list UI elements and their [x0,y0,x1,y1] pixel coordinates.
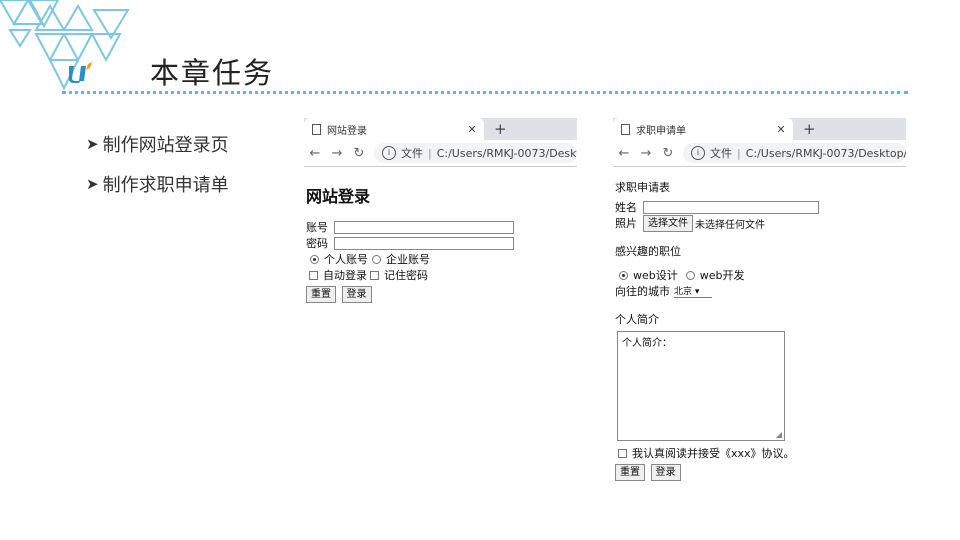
form-heading: 求职申请表 [615,181,670,194]
radio-enterprise[interactable] [372,254,381,264]
chevron-down-icon: ▾ [694,287,700,297]
title-divider [62,91,908,94]
tab-title: 网站登录 [327,125,367,137]
plus-icon[interactable]: + [803,120,816,138]
browser-tab[interactable]: 网站登录 ✕ [304,118,484,140]
photo-row: 照片 选择文件 未选择任何文件 [615,214,904,232]
intro-heading: 个人简介 [615,313,659,326]
decorative-triangles [0,0,130,91]
intro-text: 个人简介： [622,338,672,349]
reset-button[interactable]: 重置 [615,464,645,481]
login-button[interactable]: 登录 [341,286,372,303]
city-value: 北京 [674,287,693,297]
tab-title: 求职申请单 [636,125,686,137]
back-icon[interactable]: ← [613,146,635,161]
auto-login-label: 自动登录 [323,269,367,282]
forward-icon[interactable]: → [326,146,348,161]
account-row: 账号 [306,219,575,235]
login-button[interactable]: 登录 [650,464,681,481]
agreement-row: 我认真阅读并接受《xxx》协议。 [615,445,904,461]
agree-checkbox[interactable] [618,448,627,458]
resize-grip-icon[interactable]: ◢ [776,430,782,439]
login-heading: 网站登录 [306,187,371,206]
url-field[interactable]: i 文件 | C:/Users/RMKJ-0073/Deskto [374,143,577,163]
city-row: 向往的城市 北京 ▾ [615,283,904,299]
options-row: 自动登录 记住密码 [306,267,575,283]
page-content: 网站登录 账号 密码 个人账号 企业账号 自动登录 记住密码 重置 登录 [304,167,577,309]
remember-password-label: 记住密码 [384,269,428,282]
address-bar: ← → ↻ i 文件 | C:/Users/RMKJ-0073/Deskto [304,140,577,167]
file-status: 未选择任何文件 [695,219,765,231]
city-label: 向往的城市 [615,285,670,298]
page-content: 求职申请表 姓名 照片 选择文件 未选择任何文件 感兴趣的职位 web设计 we… [613,167,906,487]
url-scheme: 文件 [401,147,423,160]
radio-enterprise-label: 企业账号 [386,253,430,266]
page-title: 本章任务 [150,56,275,90]
password-input[interactable] [334,236,514,250]
url-path: C:/Users/RMKJ-0073/Deskto [436,146,577,160]
interest-heading: 感兴趣的职位 [615,245,681,258]
bullet-text: 制作求职申请单 [102,175,229,196]
password-row: 密码 [306,235,575,251]
arrow-bullet-icon: ➤ [86,175,99,193]
radio-web-dev-label: web开发 [699,269,745,282]
remember-password-checkbox[interactable] [370,270,379,280]
reset-button[interactable]: 重置 [306,286,336,303]
bullet-text: 制作网站登录页 [102,135,229,156]
url-separator: | [737,146,741,160]
choose-file-button[interactable]: 选择文件 [643,214,693,232]
radio-web-design[interactable] [619,270,628,280]
address-bar: ← → ↻ i 文件 | C:/Users/RMKJ-0073/Desktop/… [613,140,906,167]
radio-personal-label: 个人账号 [324,253,368,266]
reload-icon[interactable]: ↻ [657,146,679,161]
job-browser-window: 求职申请单 ✕ + ← → ↻ i 文件 | C:/Users/RMKJ-007… [613,118,906,500]
reload-icon[interactable]: ↻ [348,146,370,161]
button-row: 重置 登录 [615,464,904,481]
url-scheme: 文件 [710,147,732,160]
login-browser-window: 网站登录 ✕ + ← → ↻ i 文件 | C:/Users/RMKJ-0073… [304,118,577,318]
tab-bar: 求职申请单 ✕ + [613,118,906,140]
auto-login-checkbox[interactable] [309,270,318,280]
document-icon [312,123,321,135]
agree-label: 我认真阅读并接受《xxx》协议。 [632,447,795,460]
radio-web-design-label: web设计 [633,269,678,282]
name-row: 姓名 [615,199,904,215]
name-label: 姓名 [615,201,637,214]
account-label: 账号 [306,221,328,234]
radio-personal[interactable] [310,254,319,264]
back-icon[interactable]: ← [304,146,326,161]
document-icon [621,123,630,135]
task-list: ➤ 制作网站登录页 ➤ 制作求职申请单 [86,124,229,204]
list-item: ➤ 制作求职申请单 [86,164,229,204]
url-path: C:/Users/RMKJ-0073/Desktop/h5 [745,146,906,160]
account-type-row: 个人账号 企业账号 [306,251,575,267]
intro-textarea[interactable]: 个人简介： ◢ [617,331,785,441]
close-icon[interactable]: ✕ [466,123,478,136]
list-item: ➤ 制作网站登录页 [86,124,229,164]
browser-tab[interactable]: 求职申请单 ✕ [613,118,793,140]
tab-bar: 网站登录 ✕ + [304,118,577,140]
url-field[interactable]: i 文件 | C:/Users/RMKJ-0073/Desktop/h5 [683,143,906,163]
close-icon[interactable]: ✕ [775,123,787,136]
radio-web-dev[interactable] [685,270,695,280]
plus-icon[interactable]: + [494,120,507,138]
password-label: 密码 [306,237,328,250]
photo-label: 照片 [615,217,637,230]
city-select[interactable]: 北京 ▾ [674,284,712,298]
info-icon[interactable]: i [691,146,705,160]
info-icon[interactable]: i [382,146,396,160]
logo [68,62,92,83]
forward-icon[interactable]: → [635,146,657,161]
arrow-bullet-icon: ➤ [86,135,99,153]
positions-row: web设计 web开发 [615,267,904,283]
button-row: 重置 登录 [306,286,575,303]
url-separator: | [428,146,432,160]
name-input[interactable] [643,200,819,214]
account-input[interactable] [334,220,514,234]
